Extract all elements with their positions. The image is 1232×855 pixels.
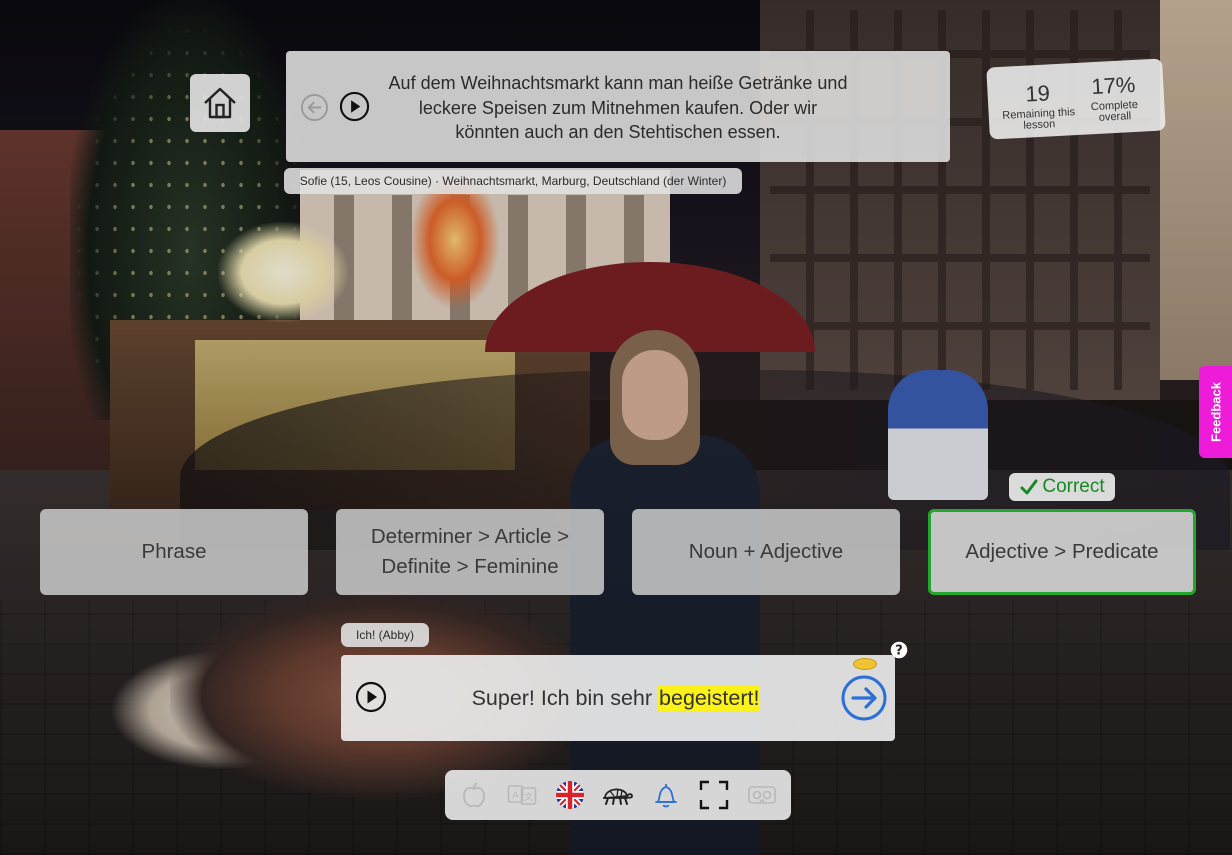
- speaker-caption: Sofie (15, Leos Cousine) · Weihnachtsmar…: [284, 168, 742, 194]
- uk-flag-icon[interactable]: [553, 778, 587, 812]
- answer-option-determiner[interactable]: Determiner > Article > Definite > Femini…: [336, 509, 604, 595]
- vr-headset-icon[interactable]: [745, 778, 779, 812]
- response-play-icon[interactable]: [355, 681, 387, 713]
- home-icon: [204, 87, 236, 119]
- play-icon[interactable]: [339, 91, 370, 122]
- remaining-stat: 19 Remaining this lesson: [997, 79, 1080, 133]
- bottom-toolbar: A 文: [445, 770, 791, 820]
- answer-option-noun-adjective[interactable]: Noun + Adjective: [632, 509, 900, 595]
- prompt-card: Auf dem Weihnachtsmarkt kann man heiße G…: [286, 51, 950, 162]
- complete-label: Complete overall: [1090, 98, 1139, 124]
- response-text: Super! Ich bin sehr begeistert!: [401, 655, 831, 741]
- back-arrow-icon[interactable]: [300, 93, 329, 122]
- remaining-label: Remaining this lesson: [1002, 106, 1076, 132]
- feedback-tab[interactable]: Feedback: [1199, 366, 1232, 458]
- svg-text:?: ?: [895, 644, 903, 659]
- answer-option-adjective-predicate[interactable]: Adjective > Predicate: [928, 509, 1196, 595]
- turtle-icon[interactable]: [600, 778, 634, 812]
- correct-badge: Correct: [1009, 473, 1115, 501]
- stats-card: 19 Remaining this lesson 17% Complete ov…: [986, 58, 1166, 140]
- apple-icon[interactable]: [457, 778, 491, 812]
- response-highlight-word: begeistert!: [658, 685, 761, 711]
- complete-stat: 17% Complete overall: [1073, 71, 1156, 125]
- remaining-count: 19: [1024, 80, 1051, 107]
- user-speaker-label: Ich! (Abby): [341, 623, 429, 647]
- response-card: Super! Ich bin sehr begeistert!: [341, 655, 895, 741]
- svg-text:A: A: [512, 791, 519, 801]
- prompt-text: Auf dem Weihnachtsmarkt kann man heiße G…: [388, 73, 848, 142]
- complete-percent: 17%: [1090, 71, 1136, 100]
- svg-text:文: 文: [524, 791, 533, 803]
- bell-icon[interactable]: [649, 778, 683, 812]
- coin-icon: [853, 658, 877, 670]
- response-text-main: Super! Ich bin sehr: [471, 685, 653, 710]
- home-button[interactable]: [190, 74, 250, 132]
- translate-icon[interactable]: A 文: [505, 778, 539, 812]
- fullscreen-icon[interactable]: [697, 778, 731, 812]
- checkmark-icon: [1020, 479, 1038, 495]
- feedback-label: Feedback: [1208, 382, 1223, 442]
- answer-option-phrase[interactable]: Phrase: [40, 509, 308, 595]
- correct-label: Correct: [1042, 476, 1105, 497]
- next-arrow-button[interactable]: [840, 674, 888, 722]
